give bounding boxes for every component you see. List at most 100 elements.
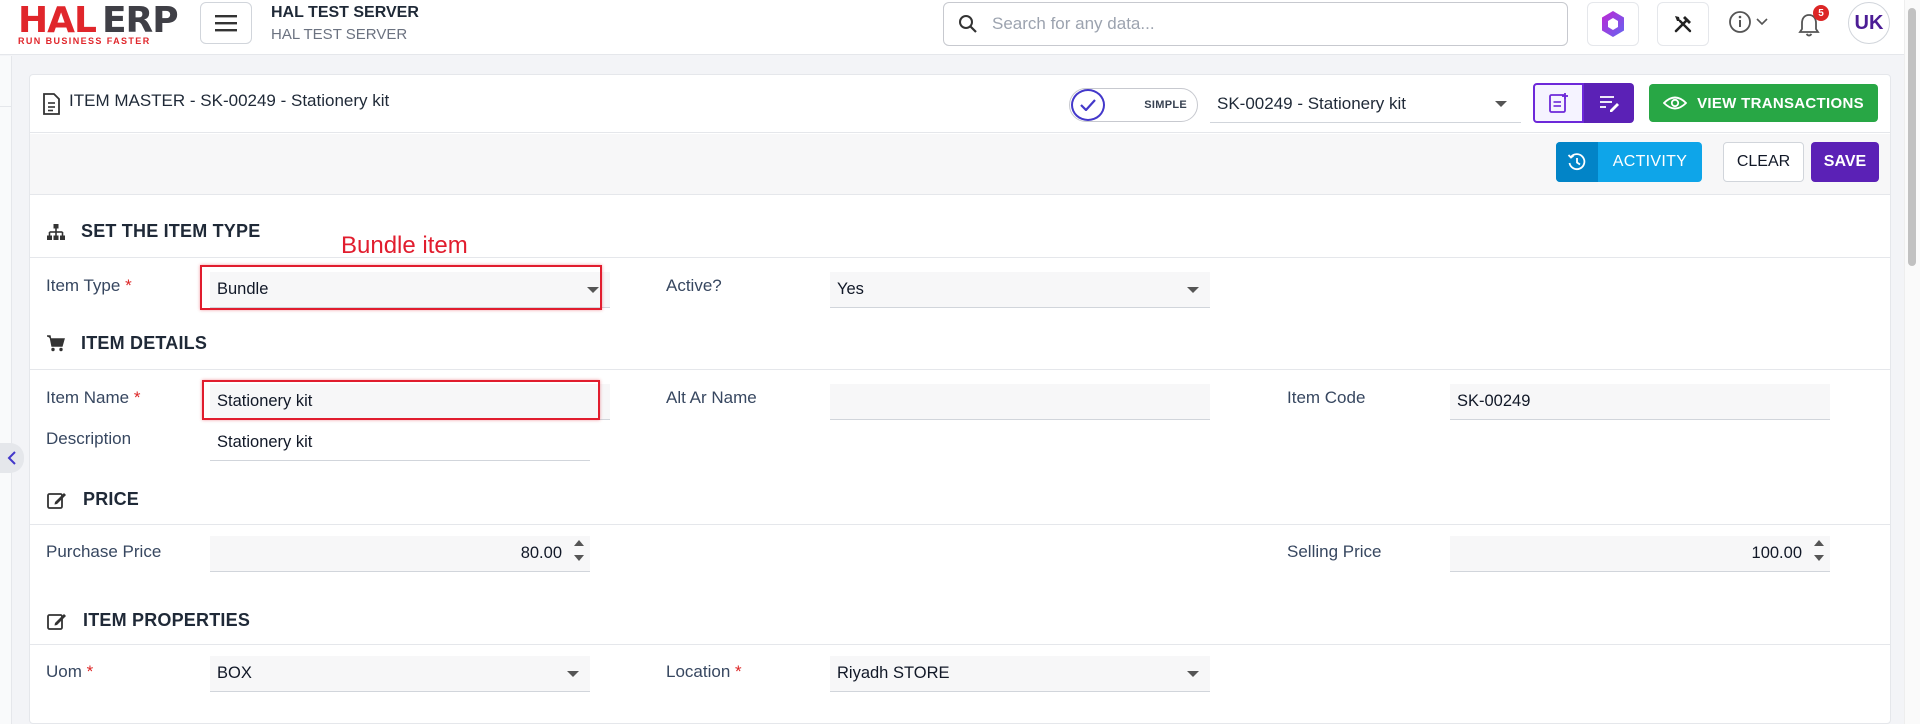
alt-ar-name-label: Alt Ar Name	[666, 388, 757, 407]
description-label: Description	[46, 429, 132, 448]
location-label-text: Location	[666, 662, 731, 681]
edit-icon	[47, 492, 66, 509]
search-input[interactable]	[992, 14, 1552, 34]
activity-label: ACTIVITY	[1612, 153, 1688, 170]
section-item-properties: ITEM PROPERTIES	[47, 610, 250, 631]
dropdown-caret-icon	[1187, 287, 1199, 293]
item-master-card: ITEM MASTER - SK-00249 - Stationery kit …	[29, 74, 1891, 724]
toggle-knob	[1071, 89, 1105, 121]
purchase-price-input[interactable]: 80.00	[210, 536, 590, 572]
history-icon	[1567, 153, 1586, 171]
edit-icon	[47, 613, 66, 630]
item-code-label: Item Code	[1287, 388, 1366, 407]
sidebar-expand-button[interactable]	[0, 443, 24, 473]
highlight-box-item-type	[200, 265, 602, 310]
description-input[interactable]: Stationery kit	[210, 425, 590, 461]
purchase-price-value: 80.00	[520, 544, 562, 562]
logo-erp: ERP	[101, 0, 179, 41]
chevron-left-icon	[7, 451, 16, 465]
check-icon	[1080, 99, 1096, 111]
help-menu[interactable]	[1728, 10, 1768, 34]
active-value: Yes	[837, 280, 864, 298]
list-edit-icon	[1600, 96, 1619, 112]
item-code-value: SK-00249	[1457, 392, 1531, 410]
required-mark: *	[125, 276, 132, 295]
annotation-bundle-item: Bundle item	[341, 232, 468, 259]
location-select[interactable]: Riyadh STORE	[830, 656, 1210, 692]
required-mark: *	[86, 662, 94, 681]
item-type-label: Item Type *	[46, 276, 132, 296]
dropdown-caret-icon	[1495, 101, 1507, 107]
page-scrollbar-thumb[interactable]	[1908, 8, 1916, 266]
number-spinner[interactable]	[1814, 540, 1824, 568]
active-label: Active?	[666, 276, 722, 295]
clear-button[interactable]: CLEAR	[1723, 142, 1804, 182]
selling-price-label: Selling Price	[1287, 542, 1382, 561]
section-title-item-details: ITEM DETAILS	[81, 333, 208, 353]
view-transactions-label: VIEW TRANSACTIONS	[1697, 94, 1864, 112]
activity-button[interactable]: ACTIVITY	[1556, 142, 1702, 182]
record-select-value: SK-00249 - Stationery kit	[1217, 93, 1406, 113]
app-logo[interactable]: HAL ERP RUN BUSINESS FASTER	[18, 3, 188, 47]
hexagon-logo-icon	[1602, 11, 1624, 37]
left-sidebar-collapsed	[0, 56, 12, 724]
eye-icon	[1663, 96, 1688, 110]
action-toolbar: ACTIVITY CLEAR SAVE	[30, 134, 1890, 195]
simple-mode-toggle[interactable]: SIMPLE	[1069, 88, 1198, 122]
selling-price-input[interactable]: 100.00	[1450, 536, 1830, 572]
ai-assistant-button[interactable]	[1587, 2, 1639, 46]
item-type-label-text: Item Type	[46, 276, 121, 295]
info-icon	[1729, 11, 1751, 33]
uom-value: BOX	[217, 664, 252, 682]
section-divider	[30, 257, 1890, 258]
alt-ar-name-input[interactable]	[830, 384, 1210, 420]
uom-label-text: Uom	[46, 662, 82, 681]
description-value: Stationery kit	[217, 433, 313, 451]
item-name-label-text: Item Name	[46, 388, 130, 407]
user-avatar[interactable]: UK	[1848, 2, 1890, 44]
form-add-icon	[1548, 93, 1568, 113]
uom-select[interactable]: BOX	[210, 656, 590, 692]
server-info: HAL TEST SERVER HAL TEST SERVER	[271, 4, 419, 43]
uom-label: Uom *	[46, 662, 93, 682]
section-title-price: PRICE	[83, 489, 140, 509]
section-price: PRICE	[47, 489, 139, 510]
list-edit-button[interactable]	[1584, 83, 1634, 123]
form-view-button[interactable]	[1533, 83, 1584, 123]
chevron-down-icon	[1756, 18, 1768, 26]
view-transactions-button[interactable]: VIEW TRANSACTIONS	[1649, 84, 1878, 122]
dropdown-caret-icon	[567, 671, 579, 677]
section-title-item-properties: ITEM PROPERTIES	[83, 610, 251, 630]
save-button[interactable]: SAVE	[1811, 142, 1879, 182]
item-name-label: Item Name *	[46, 388, 141, 408]
hamburger-menu-button[interactable]	[200, 2, 252, 44]
tools-icon	[1674, 16, 1692, 33]
sidebar-divider	[0, 106, 12, 107]
section-divider	[30, 369, 1890, 370]
section-item-type: SET THE ITEM TYPE	[47, 221, 260, 242]
server-title: HAL TEST SERVER	[271, 4, 419, 21]
hamburger-icon	[215, 15, 237, 32]
sitemap-icon	[47, 223, 65, 240]
notifications-button[interactable]: 5	[1797, 5, 1829, 38]
location-label: Location *	[666, 662, 742, 682]
selling-price-value: 100.00	[1751, 544, 1802, 562]
card-header: ITEM MASTER - SK-00249 - Stationery kit …	[30, 75, 1890, 133]
record-select[interactable]: SK-00249 - Stationery kit	[1210, 85, 1521, 123]
global-search[interactable]	[943, 2, 1568, 46]
cart-icon	[47, 335, 65, 352]
section-item-details: ITEM DETAILS	[47, 333, 207, 354]
purchase-price-label: Purchase Price	[46, 542, 162, 561]
location-value: Riyadh STORE	[837, 664, 950, 682]
notification-badge: 5	[1813, 5, 1829, 21]
view-mode-group	[1533, 83, 1634, 123]
highlight-box-item-name	[202, 380, 600, 420]
tools-button[interactable]	[1657, 2, 1709, 46]
top-bar: HAL ERP RUN BUSINESS FASTER HAL TEST SERV…	[0, 0, 1920, 55]
search-icon	[959, 15, 977, 33]
server-subtitle: HAL TEST SERVER	[271, 26, 408, 43]
page-title: ITEM MASTER - SK-00249 - Stationery kit	[69, 91, 390, 110]
number-spinner[interactable]	[574, 540, 584, 568]
active-select[interactable]: Yes	[830, 272, 1210, 308]
item-code-input[interactable]: SK-00249	[1450, 384, 1830, 420]
